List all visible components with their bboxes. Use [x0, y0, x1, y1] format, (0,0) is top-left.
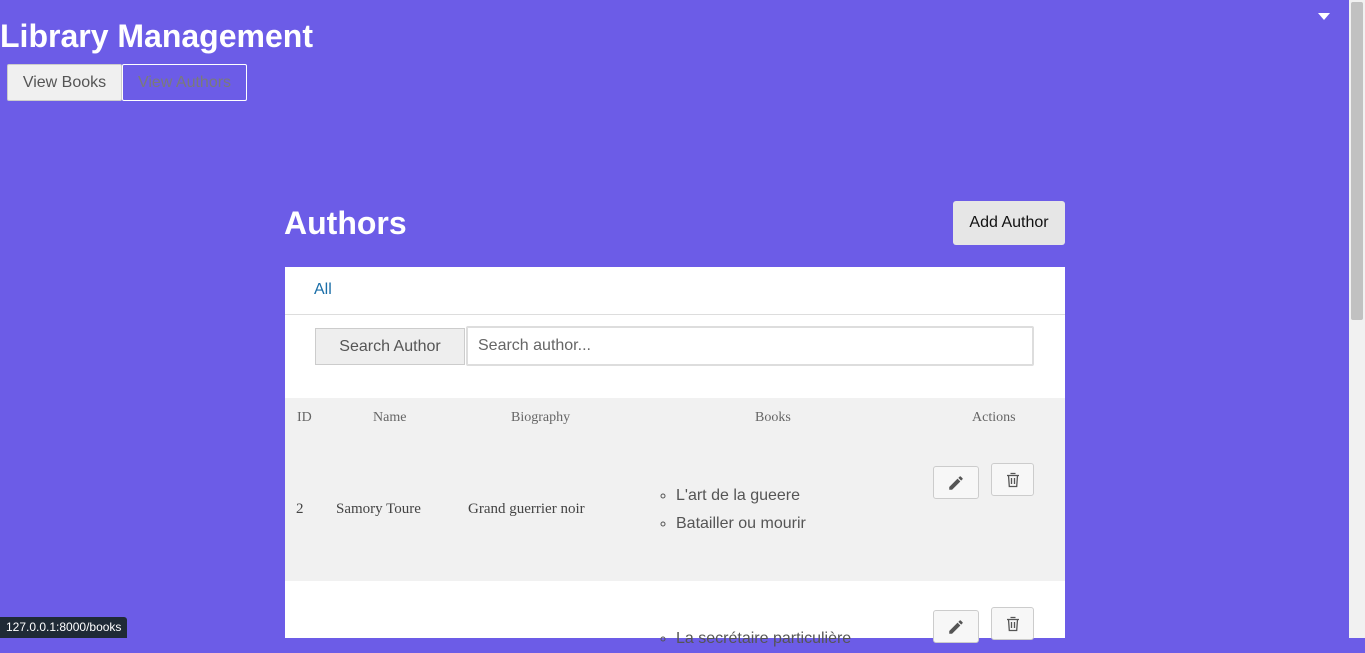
column-header-id: ID	[297, 410, 312, 425]
column-header-books: Books	[755, 410, 791, 425]
column-header-biography: Biography	[511, 410, 571, 425]
filter-all-link[interactable]: All	[314, 281, 332, 299]
chevron-down-icon[interactable]	[1318, 13, 1330, 20]
authors-panel: All Search Author ID Name Biography Book…	[285, 267, 1065, 647]
search-input[interactable]	[466, 326, 1034, 366]
edit-button[interactable]	[933, 466, 979, 499]
page-title: Authors	[284, 205, 407, 241]
edit-button[interactable]	[933, 610, 979, 643]
view-authors-button[interactable]: View Authors	[122, 64, 247, 101]
column-header-actions: Actions	[972, 410, 1016, 425]
author-books-list: La secrétaire particulière	[654, 625, 851, 653]
book-item: La secrétaire particulière	[676, 625, 851, 653]
author-id: 2	[296, 501, 304, 517]
delete-button[interactable]	[991, 463, 1034, 496]
scrollbar-thumb[interactable]	[1351, 2, 1363, 320]
trash-icon	[1006, 472, 1019, 487]
column-header-name: Name	[373, 410, 407, 425]
app-title: Library Management	[0, 18, 313, 54]
author-biography: Grand guerrier noir	[468, 501, 585, 517]
status-bar-url: 127.0.0.1:8000/books	[0, 617, 128, 638]
pencil-icon	[949, 475, 963, 490]
book-item: Batailler ou mourir	[676, 510, 806, 538]
author-books-list: L'art de la gueere Batailler ou mourir	[654, 482, 806, 538]
pencil-icon	[949, 619, 963, 634]
book-item: L'art de la gueere	[676, 482, 806, 510]
filter-bar: All	[285, 267, 1065, 315]
trash-icon	[1006, 616, 1019, 631]
delete-button[interactable]	[991, 607, 1034, 640]
search-author-button[interactable]: Search Author	[315, 328, 465, 365]
author-name: Samory Toure	[336, 501, 421, 517]
view-books-button[interactable]: View Books	[7, 64, 122, 101]
add-author-button[interactable]: Add Author	[953, 201, 1065, 245]
